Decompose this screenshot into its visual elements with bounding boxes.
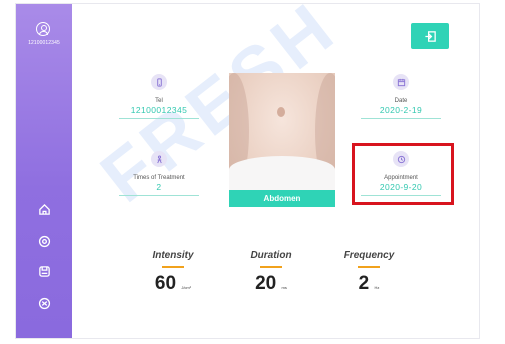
user-avatar-icon[interactable] <box>36 22 50 36</box>
frequency-metric[interactable]: Frequency 2 Hz <box>334 250 404 295</box>
save-icon[interactable] <box>37 264 51 278</box>
intensity-unit: J/cm² <box>181 285 192 290</box>
sidebar: 12100012345 <box>16 4 72 338</box>
frequency-unit: Hz <box>374 285 380 290</box>
tel-underline <box>119 118 199 119</box>
times-label: Times of Treatment <box>133 175 185 181</box>
user-id: 12100012345 <box>28 40 60 46</box>
tel-card: Tel 12100012345 <box>119 74 199 119</box>
tel-value[interactable]: 12100012345 <box>119 105 199 115</box>
body-area-image[interactable] <box>229 73 335 190</box>
intensity-metric[interactable]: Intensity 60 J/cm² <box>138 250 208 295</box>
settings-icon[interactable] <box>37 234 51 248</box>
duration-value: 20 ms <box>255 273 287 294</box>
appointment-highlight <box>352 143 454 205</box>
date-value[interactable]: 2020-2-19 <box>361 105 441 115</box>
duration-bar <box>260 266 282 268</box>
device-screen: FRESH 12100012345 Tel 12100012345 Date 2… <box>15 3 480 339</box>
frequency-title: Frequency <box>343 250 395 261</box>
duration-unit: ms <box>281 285 287 290</box>
tel-label: Tel <box>155 98 163 104</box>
intensity-value: 60 J/cm² <box>154 273 192 294</box>
times-underline <box>119 195 199 196</box>
frequency-bar <box>358 266 380 268</box>
date-underline <box>361 118 441 119</box>
phone-icon <box>151 74 167 90</box>
exit-button[interactable] <box>411 23 449 49</box>
date-card: Date 2020-2-19 <box>361 74 441 119</box>
duration-metric[interactable]: Duration 20 ms <box>236 250 306 295</box>
calendar-icon <box>393 74 409 90</box>
person-icon <box>151 151 167 167</box>
intensity-title: Intensity <box>152 250 194 261</box>
home-icon[interactable] <box>37 202 51 216</box>
intensity-bar <box>162 266 184 268</box>
body-area-button[interactable]: Abdomen <box>229 190 335 207</box>
network-icon[interactable] <box>37 296 51 310</box>
duration-title: Duration <box>250 250 292 261</box>
times-card: Times of Treatment 2 <box>119 151 199 196</box>
frequency-value: 2 Hz <box>358 273 380 294</box>
exit-icon <box>424 30 436 42</box>
times-value[interactable]: 2 <box>119 182 199 192</box>
date-label: Date <box>394 98 408 104</box>
